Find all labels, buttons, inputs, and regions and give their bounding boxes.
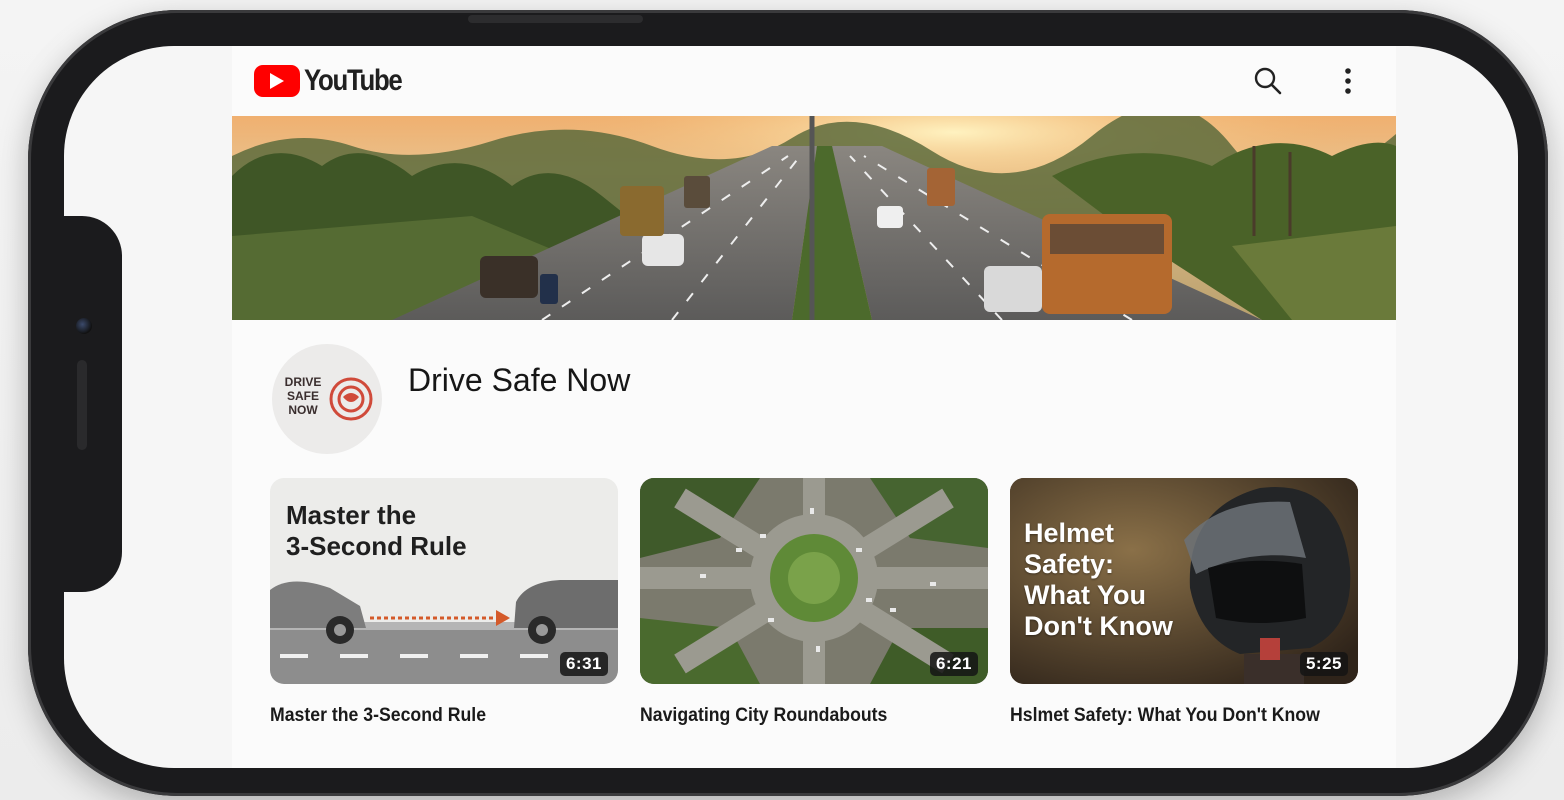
phone-side-button <box>468 15 643 23</box>
video-card[interactable]: Master the 3-Second Rule 6:31 Master the… <box>270 478 618 730</box>
channel-avatar[interactable]: DRIVE SAFE NOW <box>272 344 382 454</box>
video-title[interactable]: Master the 3-Second Rule <box>270 702 614 730</box>
video-card[interactable]: Helmet Safety: What You Don't Know 5:25 … <box>1010 478 1358 730</box>
channel-banner <box>232 116 1396 320</box>
thumbnail-title: Helmet Safety: What You Don't Know <box>1024 518 1173 642</box>
youtube-app: YouTube DRIVE SAFE NOW Drive Safe Now Ma… <box>232 46 1396 768</box>
thumbnail-title-line: 3-Second Rule <box>286 531 467 561</box>
video-title[interactable]: Hslmet Safety: What You Don't Know <box>1010 702 1354 730</box>
logo-wordmark: YouTube <box>304 64 403 97</box>
thumbnail-title-line: Don't Know <box>1024 611 1173 641</box>
top-bar: YouTube <box>232 46 1396 116</box>
more-vert-icon[interactable] <box>1330 63 1366 99</box>
thumbnail-title-line: Safety: <box>1024 549 1115 579</box>
video-duration: 6:21 <box>929 652 978 676</box>
video-thumbnail[interactable]: Master the 3-Second Rule 6:31 <box>270 478 618 684</box>
front-camera <box>76 318 92 334</box>
thumbnail-title-line: What You <box>1024 580 1146 610</box>
video-thumbnail[interactable]: Helmet Safety: What You Don't Know 5:25 <box>1010 478 1358 684</box>
phone-notch <box>64 216 122 592</box>
video-title[interactable]: Navigating City Roundabouts <box>640 702 984 730</box>
video-duration: 6:31 <box>559 652 608 676</box>
channel-header: DRIVE SAFE NOW Drive Safe Now <box>232 320 1396 478</box>
thumbnail-title-line: Helmet <box>1024 518 1115 548</box>
avatar-text-line-3: NOW <box>288 403 318 417</box>
thumbnail-title-line: Master the <box>286 500 417 530</box>
top-actions <box>1250 63 1366 99</box>
youtube-logo[interactable]: YouTube <box>254 64 417 98</box>
earpiece-speaker <box>77 360 87 450</box>
search-icon[interactable] <box>1250 63 1286 99</box>
video-duration: 5:25 <box>1299 652 1348 676</box>
video-thumbnail[interactable]: 6:21 <box>640 478 988 684</box>
video-grid: Master the 3-Second Rule 6:31 Master the… <box>270 478 1358 730</box>
avatar-text-line-1: DRIVE <box>285 375 322 389</box>
avatar-text-line-2: SAFE <box>287 389 319 403</box>
play-logo-icon <box>254 65 300 97</box>
channel-name[interactable]: Drive Safe Now <box>408 362 630 399</box>
thumbnail-title: Master the 3-Second Rule <box>286 500 467 562</box>
video-card[interactable]: 6:21 Navigating City Roundabouts <box>640 478 988 730</box>
